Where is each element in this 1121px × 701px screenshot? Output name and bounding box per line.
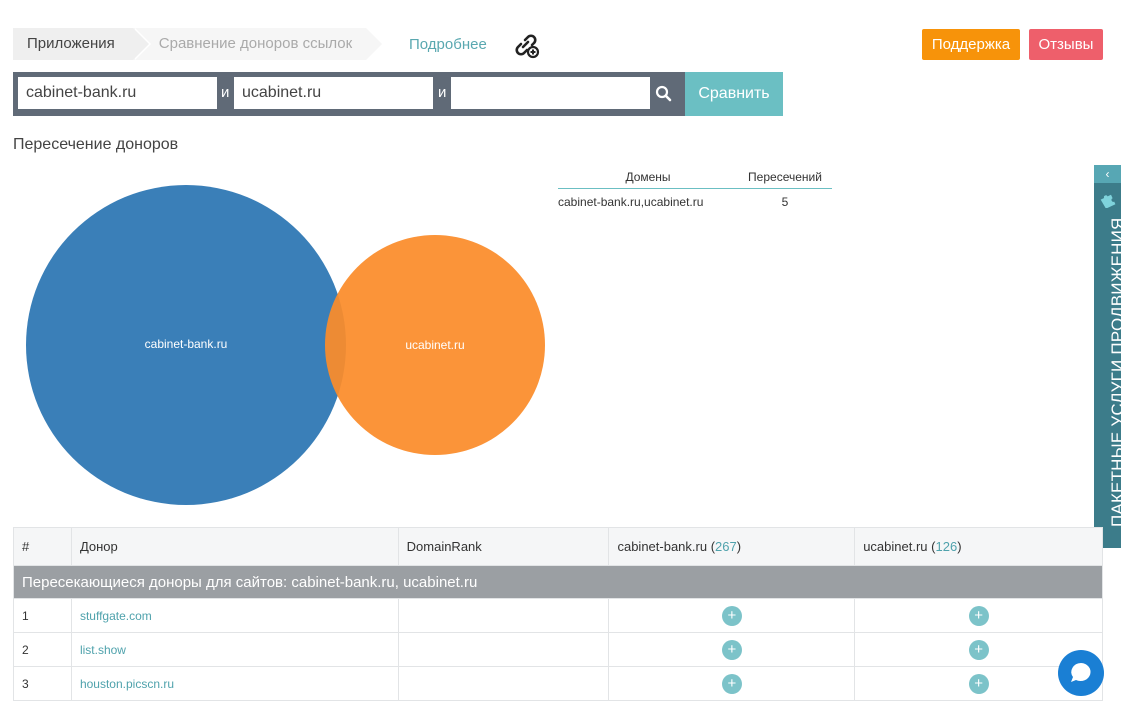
col-header-num[interactable]: # [13, 527, 72, 566]
group-header-row: Пересекающиеся доноры для сайтов: cabine… [13, 565, 1103, 599]
link-add-icon[interactable] [512, 31, 540, 59]
reviews-button[interactable]: Отзывы [1029, 29, 1103, 60]
site1-count[interactable]: 267 [715, 539, 737, 554]
domain-input-2[interactable] [234, 77, 433, 109]
search-icon[interactable] [654, 84, 674, 104]
col-header-site1[interactable]: cabinet-bank.ru (267) [608, 527, 856, 566]
col-header-site2[interactable]: ucabinet.ru (126) [854, 527, 1103, 566]
intersection-title: Пересечение доноров [13, 136, 179, 153]
add-site2-button[interactable]: + [968, 673, 989, 694]
donor-link[interactable]: houston.picscn.ru [70, 666, 399, 701]
add-site2-button[interactable]: + [968, 639, 989, 660]
promotion-side-tab[interactable]: ‹ ПАКЕТНЫЕ УСЛУГИ ПРОДВИЖЕНИЯ [1094, 165, 1121, 548]
intersection-table: Домены Пересечений cabinet-bank.ru,ucabi… [558, 166, 832, 215]
domain-input-1[interactable] [18, 77, 217, 109]
intersection-table-row: cabinet-bank.ru,ucabinet.ru 5 [558, 189, 832, 215]
donor-link[interactable]: list.show [70, 632, 399, 667]
domain-rank [397, 598, 610, 633]
site2-name: ucabinet.ru [863, 539, 928, 554]
compare-search-bar: и и [13, 72, 685, 116]
donor-link[interactable]: stuffgate.com [70, 598, 399, 633]
header-domains[interactable]: Домены [558, 166, 738, 188]
add-site2-button[interactable]: + [968, 605, 989, 626]
venn-label-ucabinet: ucabinet.ru [405, 338, 465, 352]
domain-rank [397, 666, 610, 701]
chat-icon [1071, 663, 1091, 682]
col-header-donor[interactable]: Донор [70, 527, 399, 566]
and-separator-1: и [221, 84, 230, 101]
add-site1-button[interactable]: + [721, 639, 742, 660]
side-tab-label: ПАКЕТНЫЕ УСЛУГИ ПРОДВИЖЕНИЯ [1108, 217, 1121, 528]
row-num: 3 [13, 666, 72, 701]
intersection-table-header: Домены Пересечений [558, 166, 832, 189]
table-row: 2 list.show + + [13, 632, 1103, 667]
domain-rank [397, 632, 610, 667]
row-num: 1 [13, 598, 72, 633]
header-intersections[interactable]: Пересечений [738, 166, 832, 188]
more-info-link[interactable]: Подробнее [409, 36, 487, 53]
and-separator-2: и [438, 84, 447, 101]
domain-input-3[interactable] [451, 77, 650, 109]
col-header-domainrank[interactable]: DomainRank [397, 527, 610, 566]
table-row: 1 stuffgate.com + + [13, 598, 1103, 633]
site2-count[interactable]: 126 [935, 539, 957, 554]
row-num: 2 [13, 632, 72, 667]
support-button[interactable]: Поддержка [922, 29, 1020, 60]
breadcrumb: Приложения Сравнение доноров ссылок [13, 28, 383, 60]
donors-table-header: # Донор DomainRank cabinet-bank.ru (267)… [13, 527, 1103, 566]
chat-button[interactable] [1058, 650, 1104, 696]
add-site1-button[interactable]: + [721, 605, 742, 626]
add-site1-button[interactable]: + [721, 673, 742, 694]
puzzle-icon [1100, 194, 1116, 208]
compare-button[interactable]: Сравнить [685, 72, 783, 116]
venn-diagram: cabinet-bank.ru ucabinet.ru [20, 178, 560, 518]
donors-table: # Донор DomainRank cabinet-bank.ru (267)… [13, 527, 1103, 701]
breadcrumb-item-apps[interactable]: Приложения [13, 28, 151, 60]
venn-label-cabinet-bank: cabinet-bank.ru [144, 337, 228, 351]
intersection-domains: cabinet-bank.ru,ucabinet.ru [558, 195, 704, 209]
breadcrumb-item-donor-comparison[interactable]: Сравнение доноров ссылок [132, 28, 383, 60]
chevron-left-icon[interactable]: ‹ [1094, 165, 1121, 183]
table-row: 3 houston.picscn.ru + + [13, 666, 1103, 701]
group-title: Пересекающиеся доноры для сайтов: cabine… [13, 565, 1103, 599]
intersection-count: 5 [781, 195, 789, 209]
site1-name: cabinet-bank.ru [617, 539, 708, 554]
